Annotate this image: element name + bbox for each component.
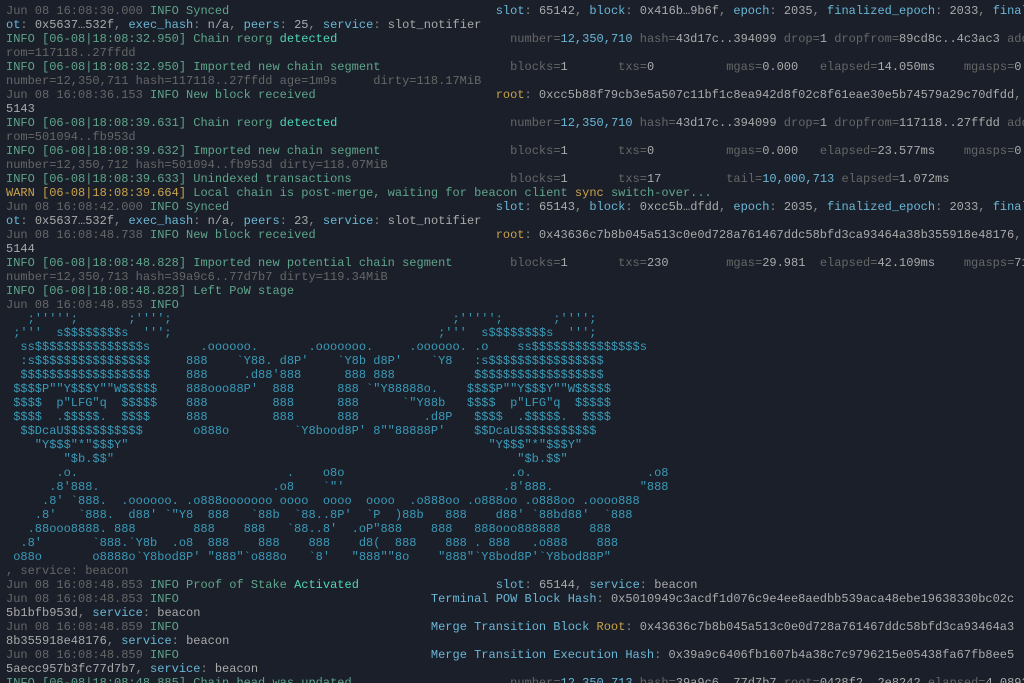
terminal-output: Jun 08 16:08:30.000 INFO Synced slot: 65… bbox=[0, 0, 1024, 683]
ascii-art-panda: ;'''''; ;''''; ;'''''; ;''''; ;''' s$$$$… bbox=[6, 312, 669, 564]
